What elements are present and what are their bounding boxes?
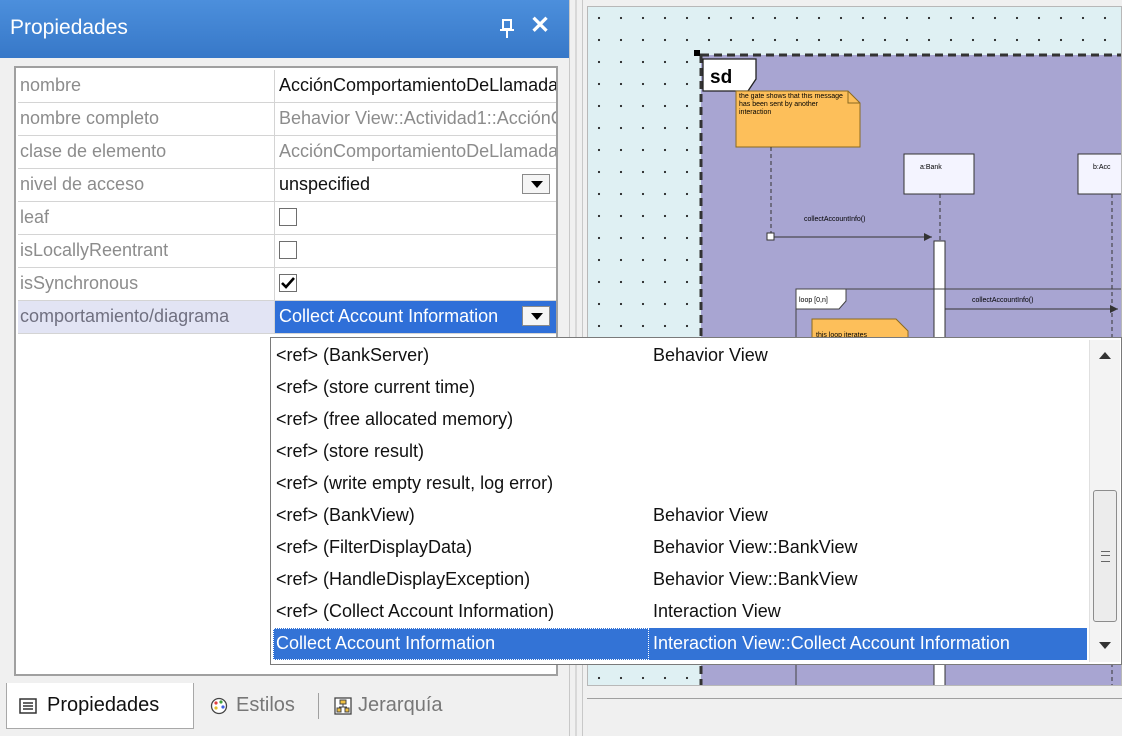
tab-jerarquia[interactable]: Jerarquía: [330, 683, 470, 729]
property-name: isSynchronous: [20, 273, 139, 293]
property-value: AcciónComportamientoDeLlamada: [279, 141, 556, 161]
frame-label: sd: [710, 67, 732, 88]
property-value: Collect Account Information: [279, 306, 499, 326]
note-container: the gate shows that this message has bee…: [739, 93, 843, 116]
property-name: comportamiento/diagrama: [20, 306, 230, 326]
panel-title: Propiedades: [10, 16, 128, 39]
lifeline-head-bank[interactable]: [903, 153, 975, 195]
property-value-field: [274, 202, 556, 234]
tab-label: Estilos: [236, 694, 295, 716]
fragment-label: loop [0,n]: [799, 297, 828, 304]
grip-icon: [1101, 551, 1110, 562]
lifeline-label: b:Acc: [1093, 164, 1111, 171]
property-value: AcciónComportamientoDeLlamada: [279, 75, 556, 95]
behavior-diagram-select[interactable]: Collect Account Information: [274, 301, 556, 333]
lifeline-head-account[interactable]: [1077, 153, 1122, 195]
property-name: nombre: [20, 75, 82, 95]
pin-icon[interactable]: [500, 18, 514, 40]
property-row-islocallyreentrant: isLocallyReentrant: [18, 235, 556, 268]
property-name: nivel de acceso: [20, 174, 145, 194]
property-name: clase de elemento: [20, 141, 167, 161]
list-item-label: <ref> (write empty result, log error): [276, 473, 554, 493]
list-item[interactable]: <ref> (Collect Account Information) Inte…: [273, 596, 1087, 628]
scroll-up-icon[interactable]: [1099, 352, 1111, 359]
close-icon[interactable]: ✕: [530, 14, 550, 38]
checkmark-icon: [281, 277, 295, 289]
hierarchy-icon: [334, 697, 352, 715]
property-value-field[interactable]: AcciónComportamientoDeLlamada: [274, 70, 556, 102]
list-item[interactable]: <ref> (write empty result, log error): [273, 468, 1087, 500]
property-value-field: [274, 268, 556, 300]
dropdown-arrow-icon[interactable]: [522, 306, 550, 326]
list-item[interactable]: <ref> (FilterDisplayData) Behavior View:…: [273, 532, 1087, 564]
list-item-path: Behavior View: [653, 345, 768, 365]
list-item-label: <ref> (Collect Account Information): [276, 601, 555, 621]
property-name: nombre completo: [20, 108, 160, 128]
tab-propiedades[interactable]: Propiedades: [6, 683, 194, 729]
selection-handle[interactable]: [694, 50, 700, 56]
list-item[interactable]: <ref> (BankView) Behavior View: [273, 500, 1087, 532]
list-item-label: <ref> (FilterDisplayData): [276, 537, 473, 557]
list-item-label: <ref> (HandleDisplayException): [276, 569, 531, 589]
list-item-label: <ref> (store current time): [276, 377, 476, 397]
panel-titlebar: Propiedades ✕: [0, 0, 569, 58]
list-item[interactable]: <ref> (free allocated memory): [273, 404, 1087, 436]
panel-tab-bar: Propiedades Estilos Jerarquía: [0, 683, 569, 736]
leaf-checkbox[interactable]: [279, 208, 297, 226]
property-row-nombre-completo: nombre completo Behavior View::Actividad…: [18, 103, 556, 136]
property-name: isLocallyReentrant: [20, 240, 169, 260]
property-row-nombre: nombre AcciónComportamientoDeLlamada: [18, 70, 556, 103]
list-item[interactable]: <ref> (HandleDisplayException) Behavior …: [273, 564, 1087, 596]
property-value: Behavior View::Actividad1::AcciónComport…: [279, 108, 556, 128]
message-label: collectAccountInfo(): [972, 297, 1033, 304]
islocallyreentrant-checkbox[interactable]: [279, 241, 297, 259]
list-item[interactable]: <ref> (store result): [273, 436, 1087, 468]
tab-label: Jerarquía: [358, 694, 443, 716]
list-item-path: Behavior View: [653, 505, 768, 525]
property-value-field: Behavior View::Actividad1::AcciónComport…: [274, 103, 556, 135]
list-item-label: <ref> (store result): [276, 441, 425, 461]
property-value: unspecified: [279, 174, 371, 194]
property-name: leaf: [20, 207, 50, 227]
list-item-label: <ref> (BankServer): [276, 345, 430, 365]
tab-divider: [318, 693, 319, 719]
property-row-nivel-de-acceso: nivel de acceso unspecified: [18, 169, 556, 202]
dropdown-scrollbar[interactable]: [1089, 340, 1120, 662]
property-row-comportamiento-diagrama: comportamiento/diagrama Collect Account …: [18, 301, 556, 334]
palette-icon: [210, 697, 228, 715]
list-item-label: <ref> (BankView): [276, 505, 415, 525]
list-item-label: Collect Account Information: [276, 633, 496, 653]
message-label: collectAccountInfo(): [804, 216, 865, 223]
property-row-clase-de-elemento: clase de elemento AcciónComportamientoDe…: [18, 136, 556, 169]
lifeline-label: a:Bank: [920, 164, 942, 171]
list-item[interactable]: <ref> (BankServer) Behavior View: [273, 340, 1087, 372]
tab-label: Propiedades: [47, 694, 160, 716]
gate-marker[interactable]: [766, 232, 775, 241]
tab-estilos[interactable]: Estilos: [204, 683, 314, 729]
list-item-path: Interaction View: [653, 601, 781, 621]
list-item-path: Behavior View::BankView: [653, 537, 858, 557]
note-text: the gate shows that this message has bee…: [739, 93, 843, 116]
list-item-label: <ref> (free allocated memory): [276, 409, 514, 429]
property-row-issynchronous: isSynchronous: [18, 268, 556, 301]
behavior-dropdown-list[interactable]: <ref> (BankServer) Behavior View <ref> (…: [270, 337, 1122, 665]
property-value-field: [274, 235, 556, 267]
canvas-border: [587, 698, 1122, 699]
access-level-select[interactable]: unspecified: [274, 169, 556, 201]
scroll-down-icon[interactable]: [1099, 642, 1111, 649]
issynchronous-checkbox[interactable]: [279, 274, 297, 292]
list-item-path: Interaction View::Collect Account Inform…: [653, 633, 1010, 653]
property-value-field: AcciónComportamientoDeLlamada: [274, 136, 556, 168]
scroll-thumb[interactable]: [1093, 490, 1117, 622]
dropdown-arrow-icon[interactable]: [522, 174, 550, 194]
list-item[interactable]: <ref> (store current time): [273, 372, 1087, 404]
list-icon: [19, 698, 37, 714]
property-row-leaf: leaf: [18, 202, 556, 235]
list-item-selected[interactable]: Collect Account Information Interaction …: [273, 628, 1087, 660]
list-item-path: Behavior View::BankView: [653, 569, 858, 589]
